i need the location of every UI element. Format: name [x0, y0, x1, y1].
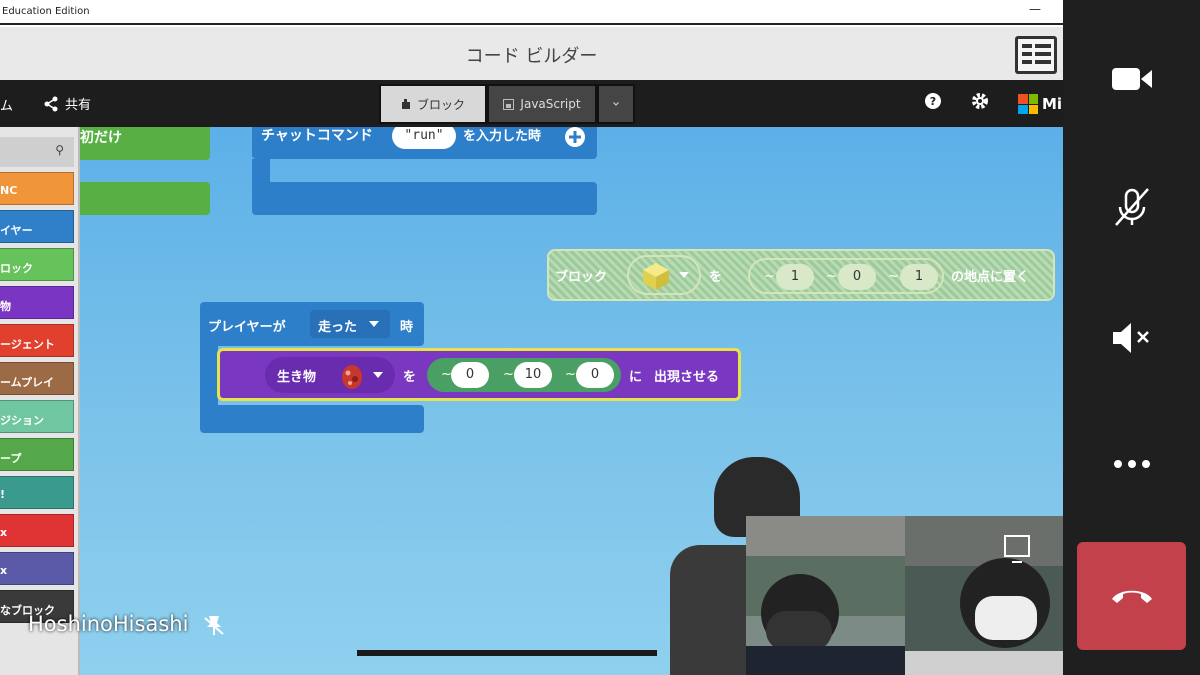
- chevron-down-icon: [679, 272, 689, 278]
- forever-block[interactable]: [80, 182, 210, 215]
- search-icon: ⚲: [55, 143, 64, 157]
- hang-up-button[interactable]: [1077, 542, 1186, 650]
- speaker-muted-icon: [1112, 323, 1149, 353]
- svg-text:?: ?: [930, 95, 936, 108]
- toolbox-search-input[interactable]: ⚲: [0, 137, 74, 167]
- toolbox-category[interactable]: NC: [0, 172, 74, 205]
- camera-button[interactable]: [1063, 64, 1200, 98]
- spawn-mob-block[interactable]: 生き物 を ~ 0 ~ 10 ~ 0 に 出現させる: [217, 348, 741, 401]
- participant-name-text: HoshinoHisashi: [28, 612, 189, 636]
- spawn-block-prefix: 生き物: [277, 370, 317, 385]
- chat-command-footer: [252, 182, 597, 215]
- share-label: 共有: [65, 98, 92, 113]
- player-event-suffix: 時: [400, 320, 414, 335]
- page-title: コード ビルダー: [465, 46, 598, 67]
- brand-text: Mi: [1042, 95, 1063, 113]
- mob-type-dropdown[interactable]: 生き物: [265, 357, 395, 393]
- code-builder-header: コード ビルダー: [0, 27, 1063, 80]
- minimize-button[interactable]: —: [1029, 2, 1041, 16]
- spawn-block-particle: を: [403, 370, 417, 385]
- share-icon: [44, 96, 58, 111]
- player-event-block[interactable]: プレイヤーが 走った 時: [200, 302, 424, 346]
- chat-command-block[interactable]: チャットコマンド "run" を入力した時: [252, 127, 597, 159]
- place-x-input[interactable]: 1: [776, 264, 814, 290]
- spawn-z-input[interactable]: 0: [576, 362, 614, 388]
- call-controls: [1063, 0, 1200, 675]
- on-start-block[interactable]: 初だけ: [80, 127, 210, 160]
- microphone-button[interactable]: [1063, 185, 1200, 233]
- tab-blocks-label: ブロック: [416, 97, 465, 112]
- window-title: Education Edition: [2, 6, 90, 17]
- toolbox-category[interactable]: x: [0, 514, 74, 547]
- toolbar: ム 共有 ブロック JavaScript ? Mi: [0, 80, 1063, 127]
- player-block-spine: [200, 342, 218, 412]
- more-options-button[interactable]: [1063, 455, 1200, 474]
- spawn-block-suffix-2: 出現させる: [654, 370, 720, 385]
- switch-camera-icon[interactable]: [1000, 528, 1040, 568]
- toolbox-category[interactable]: ープ: [0, 438, 74, 471]
- place-block-suffix: の地点に置く: [951, 270, 1030, 285]
- chat-command-input[interactable]: "run": [392, 127, 456, 149]
- player-event-prefix: プレイヤーが: [208, 320, 286, 335]
- toolbox-category[interactable]: x: [0, 552, 74, 585]
- editor-mode-switch: ブロック JavaScript: [379, 84, 635, 124]
- mode-dropdown-button[interactable]: [597, 84, 635, 124]
- toolbox-category[interactable]: ームプレイ: [0, 362, 74, 395]
- phone-hangup-icon: [1112, 590, 1152, 603]
- spawn-block-suffix-1: に: [629, 370, 643, 385]
- speaker-button[interactable]: [1063, 320, 1200, 360]
- spawn-x-input[interactable]: 0: [451, 362, 489, 388]
- menu-icon[interactable]: [1015, 36, 1057, 74]
- toolbox-category[interactable]: イヤー: [0, 210, 74, 243]
- block-toolbox: ⚲ NC イヤー ロック物ージェント ームプレイ ジション ープ! x x なブロック: [0, 127, 80, 675]
- cube-block-icon: [643, 263, 669, 290]
- more-dots-icon: [1113, 460, 1150, 468]
- tab-blocks[interactable]: ブロック: [379, 84, 487, 124]
- toolbox-category[interactable]: ロック: [0, 248, 74, 281]
- chat-command-prefix: チャットコマンド: [261, 128, 373, 144]
- code-file-icon: [503, 98, 515, 110]
- chevron-down-icon: [613, 102, 619, 106]
- participant-video-1: [746, 516, 905, 675]
- player-action-value: 走った: [318, 320, 358, 335]
- workspace-scrollbar[interactable]: [357, 650, 657, 656]
- toolbox-category[interactable]: !: [0, 476, 74, 509]
- chevron-down-icon: [369, 321, 379, 327]
- window-titlebar: Education Edition —: [0, 0, 1063, 25]
- chat-command-suffix: を入力した時: [463, 129, 542, 144]
- block-type-dropdown[interactable]: [627, 255, 701, 295]
- spawn-egg-icon: [342, 365, 362, 389]
- place-block-particle: を: [709, 270, 723, 285]
- spawn-y-input[interactable]: 10: [514, 362, 552, 388]
- pin-icon[interactable]: [203, 614, 225, 636]
- participant-name: HoshinoHisashi: [28, 612, 225, 636]
- chevron-down-icon: [373, 372, 383, 378]
- share-button[interactable]: 共有: [43, 94, 91, 113]
- video-camera-icon: [1111, 68, 1152, 90]
- place-z-input[interactable]: 1: [900, 264, 938, 290]
- puzzle-icon: [401, 99, 410, 109]
- help-icon[interactable]: ?: [924, 92, 942, 110]
- participant-video-2: [905, 516, 1063, 675]
- toolbox-category[interactable]: ージェント: [0, 324, 74, 357]
- add-parameter-icon[interactable]: [564, 127, 586, 148]
- place-block[interactable]: ブロック を ~ 1 ~ 0 ~ 1 の地点に置く: [547, 249, 1055, 301]
- toolbox-category[interactable]: 物: [0, 286, 74, 319]
- tab-javascript[interactable]: JavaScript: [487, 84, 597, 124]
- microsoft-brand: Mi: [1018, 94, 1062, 114]
- place-block-prefix: ブロック: [555, 270, 608, 285]
- on-start-label: 初だけ: [80, 130, 122, 146]
- gear-icon[interactable]: [971, 92, 989, 110]
- place-position-field[interactable]: ~ 1 ~ 0 ~ 1: [748, 258, 944, 294]
- microphone-muted-icon: [1114, 188, 1149, 226]
- tab-javascript-label: JavaScript: [520, 97, 581, 111]
- place-y-input[interactable]: 0: [838, 264, 876, 290]
- player-action-dropdown[interactable]: 走った: [310, 310, 390, 338]
- spawn-position-field[interactable]: ~ 0 ~ 10 ~ 0: [427, 358, 621, 392]
- home-button[interactable]: ム: [0, 95, 13, 114]
- code-builder-window: Education Edition — コード ビルダー ム 共有 ブロック J…: [0, 0, 1063, 675]
- player-event-footer: [200, 405, 424, 433]
- toolbox-category[interactable]: ジション: [0, 400, 74, 433]
- microsoft-logo-icon: [1018, 94, 1038, 114]
